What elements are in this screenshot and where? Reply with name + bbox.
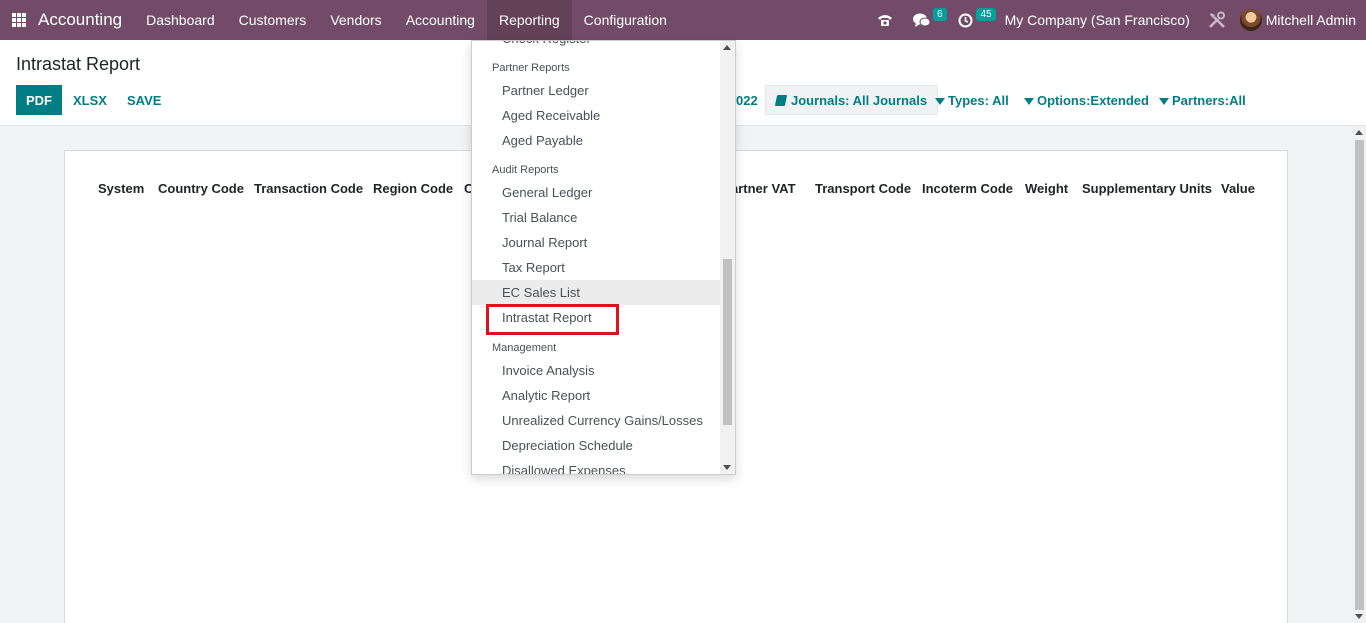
types-filter[interactable]: Types: All: [925, 85, 1019, 115]
menu-item-partner-ledger[interactable]: Partner Ledger: [472, 78, 721, 103]
menu-item-analytic-report[interactable]: Analytic Report: [472, 383, 721, 408]
menu-item-depreciation-schedule[interactable]: Depreciation Schedule: [472, 433, 721, 458]
scroll-down-icon[interactable]: [1355, 614, 1363, 619]
menu-item-journal-report[interactable]: Journal Report: [472, 230, 721, 255]
scroll-up-icon[interactable]: [1355, 130, 1363, 135]
journals-filter-label: Journals: All Journals: [791, 92, 928, 108]
menu-item-aged-receivable[interactable]: Aged Receivable: [472, 103, 721, 128]
debug-tools-icon[interactable]: [1204, 0, 1240, 40]
partners-filter[interactable]: Partners:All: [1149, 85, 1256, 115]
activity-badge: 45: [976, 8, 996, 21]
column-header: Incoterm Code: [922, 181, 1014, 196]
menu-vendors[interactable]: Vendors: [318, 0, 393, 40]
menu-item-unrealized-currency[interactable]: Unrealized Currency Gains/Losses: [472, 408, 721, 433]
menu-reporting[interactable]: Reporting: [486, 0, 572, 40]
scrollbar-thumb[interactable]: [1355, 140, 1364, 610]
options-filter-label: Options:Extended: [1037, 92, 1149, 108]
chat-badge: 6: [933, 8, 947, 21]
column-header: System: [98, 181, 145, 196]
section-audit-reports: Audit Reports: [492, 164, 559, 176]
page-title: Intrastat Report: [16, 54, 141, 74]
menu-item-disallowed-expenses[interactable]: Disallowed Expenses: [472, 458, 721, 474]
menu-item-check-register[interactable]: Check Register: [472, 41, 721, 51]
apps-menu-icon[interactable]: [0, 0, 38, 40]
user-menu[interactable]: Mitchell Admin: [1266, 12, 1366, 28]
intrastat-highlight-box: [486, 304, 619, 335]
save-button[interactable]: SAVE: [117, 85, 171, 115]
dropdown-scrollbar-thumb[interactable]: [723, 259, 732, 425]
column-header: artner VAT: [731, 181, 796, 196]
scroll-down-icon[interactable]: [723, 465, 731, 470]
top-navbar: Accounting Dashboard Customers Vendors A…: [0, 0, 1366, 40]
systray: 6 45 My Company (San Francisco) Mitchell…: [867, 0, 1366, 40]
partners-filter-label: Partners:All: [1172, 92, 1246, 108]
column-header: Weight: [1025, 181, 1069, 196]
scroll-up-icon[interactable]: [723, 45, 731, 50]
reporting-dropdown: Check Register Partner Reports Partner L…: [471, 40, 736, 475]
menu-item-general-ledger[interactable]: General Ledger: [472, 180, 721, 205]
filter-icon: [1159, 97, 1169, 105]
filter-icon: [935, 97, 945, 105]
menu-item-tax-report[interactable]: Tax Report: [472, 255, 721, 280]
activity-clock-icon[interactable]: 45: [948, 0, 997, 40]
column-header: Value: [1221, 181, 1255, 196]
column-header: Supplementary Units: [1082, 181, 1213, 196]
types-filter-label: Types: All: [948, 92, 1009, 108]
pdf-button[interactable]: PDF: [16, 85, 62, 115]
menu-accounting[interactable]: Accounting: [394, 0, 487, 40]
page-scrollbar[interactable]: [1352, 126, 1366, 623]
options-filter[interactable]: Options:Extended: [1014, 85, 1159, 115]
section-management: Management: [492, 342, 557, 354]
menu-item-trial-balance[interactable]: Trial Balance: [472, 205, 721, 230]
menu-dashboard[interactable]: Dashboard: [134, 0, 227, 40]
dropdown-scrollbar[interactable]: [720, 41, 735, 474]
column-header: Transaction Code: [254, 181, 364, 196]
menu-item-ec-sales-list[interactable]: EC Sales List: [472, 280, 721, 305]
journals-filter[interactable]: Journals: All Journals: [765, 85, 939, 115]
filter-icon: [1024, 97, 1034, 105]
column-header: Region Code: [373, 181, 454, 196]
book-icon: [774, 94, 788, 106]
column-header: Transport Code: [815, 181, 912, 196]
menu-customers[interactable]: Customers: [227, 0, 319, 40]
company-switcher[interactable]: My Company (San Francisco): [997, 12, 1204, 28]
phone-icon[interactable]: [867, 0, 903, 40]
column-header: Country Code: [158, 181, 244, 196]
date-filter-label: 022: [736, 92, 758, 108]
menu-item-aged-payable[interactable]: Aged Payable: [472, 128, 721, 153]
menu-configuration[interactable]: Configuration: [572, 0, 679, 40]
menu-item-invoice-analysis[interactable]: Invoice Analysis: [472, 358, 721, 383]
xlsx-button[interactable]: XLSX: [63, 85, 117, 115]
section-partner-reports: Partner Reports: [492, 62, 570, 74]
user-avatar[interactable]: [1239, 9, 1262, 31]
app-brand[interactable]: Accounting: [38, 10, 122, 30]
chat-icon[interactable]: 6: [903, 0, 948, 40]
